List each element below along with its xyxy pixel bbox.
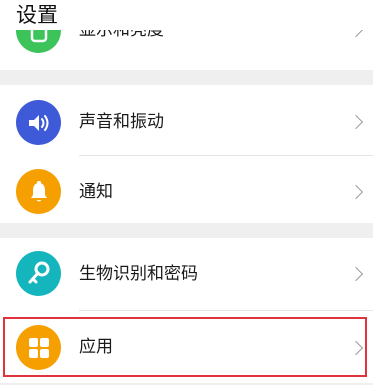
page-title: 设置 <box>16 3 58 27</box>
header: 设置 <box>0 0 373 30</box>
display-brightness-icon <box>16 30 61 53</box>
settings-item-sound-vibration[interactable]: 声音和振动 <box>0 85 373 159</box>
settings-card-display: 显示和亮度 <box>0 30 373 70</box>
settings-item-label: 生物识别和密码 <box>79 264 198 284</box>
settings-item-label: 显示和亮度 <box>79 30 164 40</box>
settings-item-notifications[interactable]: 通知 <box>0 156 373 230</box>
chevron-right-icon <box>348 266 364 282</box>
chevron-right-icon <box>348 184 364 200</box>
chevron-right-icon <box>348 30 364 38</box>
settings-item-label: 通知 <box>79 182 113 202</box>
settings-item-display-brightness[interactable]: 显示和亮度 <box>0 30 373 67</box>
settings-card-sound-notify: 声音和振动 通知 <box>0 85 373 223</box>
bell-icon <box>16 169 61 214</box>
key-icon <box>16 251 61 296</box>
highlight-box <box>3 317 367 377</box>
settings-item-label: 声音和振动 <box>79 112 164 132</box>
chevron-right-icon <box>348 114 364 130</box>
sound-icon <box>16 100 61 145</box>
settings-item-biometrics-password[interactable]: 生物识别和密码 <box>0 238 373 312</box>
